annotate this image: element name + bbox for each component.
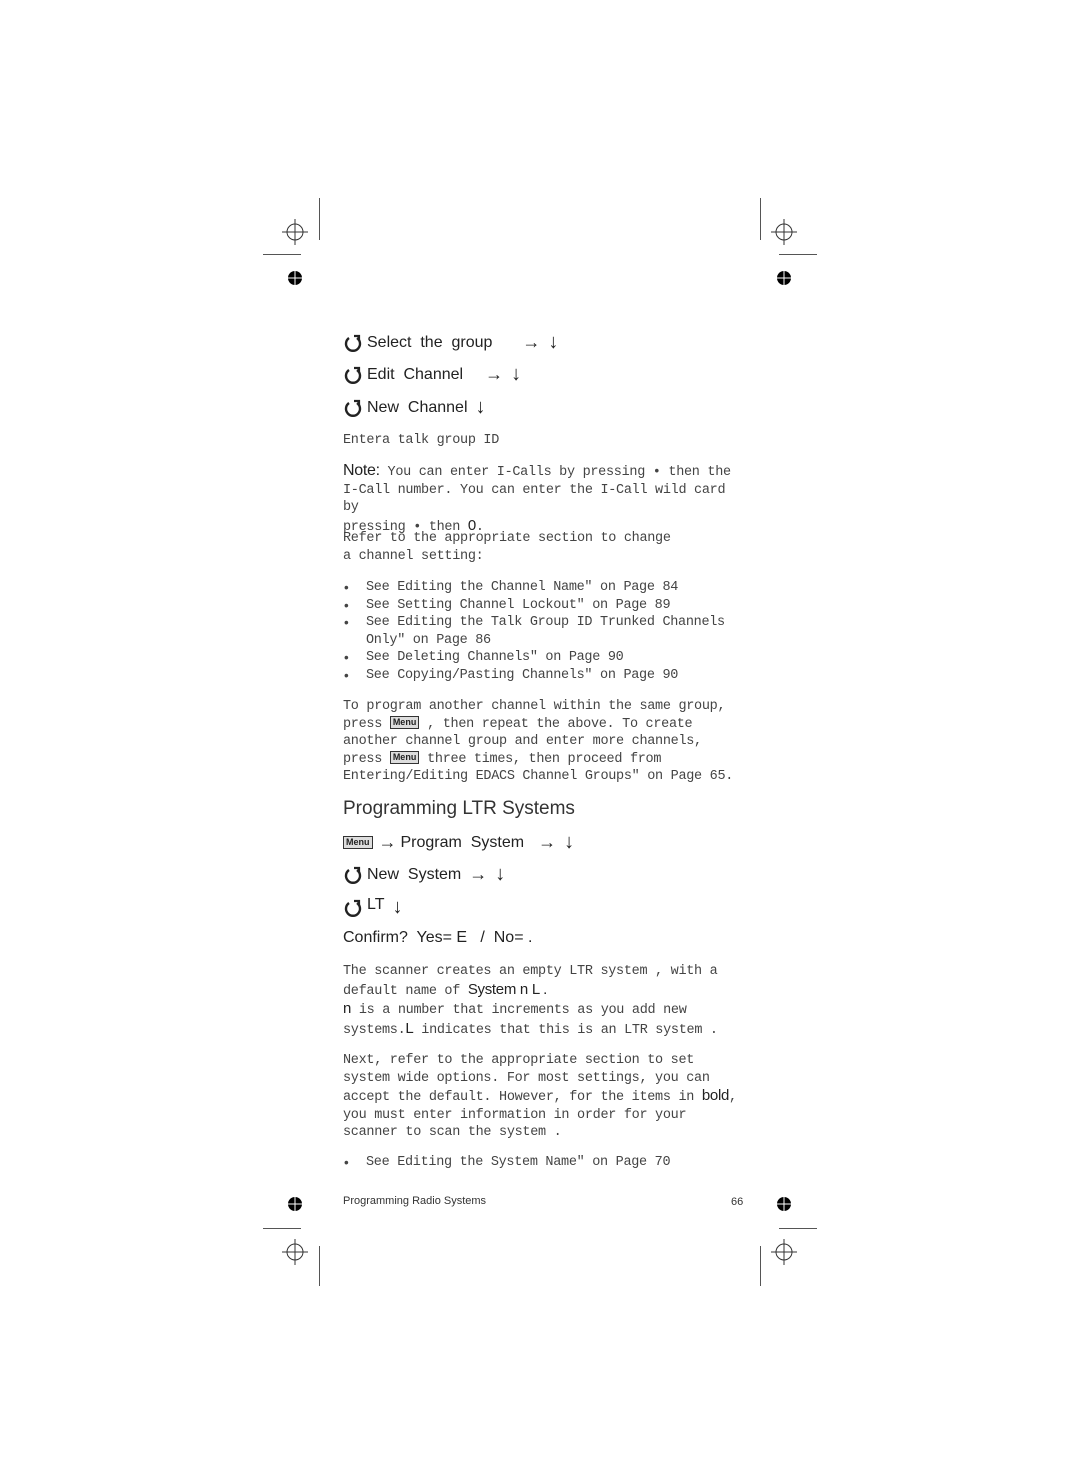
right-arrow-icon: → (469, 864, 488, 884)
channel-links-list: See Editing the Channel Name" on Page 84… (343, 579, 743, 684)
down-arrow-icon: ↓ (475, 396, 486, 418)
right-arrow-icon: → (378, 832, 397, 852)
down-arrow-icon: ↓ (495, 863, 506, 885)
down-arrow-icon: ↓ (548, 331, 559, 353)
system-links-list: See Editing the System Name" on Page 70 (343, 1154, 743, 1172)
menu-key-icon: Menu (389, 715, 420, 729)
crop-mark-top-left-horizontal (263, 254, 301, 255)
registration-mark-icon (282, 1239, 308, 1265)
crop-mark-bottom-left-horizontal (263, 1228, 301, 1229)
down-arrow-icon: ↓ (564, 831, 575, 853)
menu-key-icon: Menu (389, 750, 420, 764)
registration-mark-icon (771, 1239, 797, 1265)
footer-chapter-title: Programming Radio Systems (343, 1195, 487, 1207)
refer-paragraph: Refer to the appropriate section to chan… (343, 531, 671, 564)
list-item-link[interactable]: See Editing the Channel Name" on Page 84 (343, 579, 743, 597)
crop-mark-bottom-left-vertical (319, 1246, 320, 1286)
step-label: Select the group (367, 333, 493, 351)
list-item-link[interactable]: See Copying/Pasting Channels" on Page 90 (343, 667, 743, 685)
next-paragraph: Next, refer to the appropriate section t… (343, 1052, 741, 1142)
right-arrow-icon: → (485, 364, 504, 384)
step-program-system: Menu → Program System → ↓ (343, 831, 574, 854)
section-heading: Programming LTR Systems (343, 798, 575, 819)
list-item-link[interactable]: See Editing the Talk Group ID Trunked Ch… (343, 614, 743, 649)
down-arrow-icon: ↓ (392, 896, 403, 918)
rotate-knob-icon (344, 366, 362, 384)
confirm-prompt: Confirm? Yes= E / No= . (343, 929, 533, 946)
note-label: Note: (343, 462, 380, 479)
variable-n: n (343, 1000, 352, 1017)
crop-mark-bottom-right-horizontal (779, 1228, 817, 1229)
registration-dot-icon (288, 271, 302, 285)
scanner-creates-part-3: indicates that this is an LTR system . (413, 1022, 718, 1038)
step-label: Edit Channel (367, 365, 464, 383)
note-line-2: I-Call number. You can enter the I-Call … (343, 482, 726, 516)
down-arrow-icon: ↓ (511, 363, 522, 385)
menu-key-icon: Menu (343, 836, 373, 849)
registration-dot-icon (777, 1197, 791, 1211)
default-system-name: System n L . (467, 980, 548, 998)
rotate-knob-icon (344, 399, 362, 417)
step-label: Program System (400, 833, 525, 851)
scanner-creates-paragraph: The scanner creates an empty LTR system … (343, 963, 723, 1039)
right-arrow-icon: → (522, 332, 541, 352)
rotate-knob-icon (344, 899, 362, 917)
next-part-1: Next, refer to the appropriate section t… (343, 1053, 710, 1105)
bold-word: bold (701, 1087, 730, 1104)
footer-page-number: 66 (731, 1196, 744, 1208)
list-item-link[interactable]: See Editing the System Name" on Page 70 (343, 1154, 743, 1172)
crop-mark-top-right-vertical (760, 198, 761, 240)
registration-mark-icon (771, 219, 797, 245)
registration-mark-icon (282, 219, 308, 245)
enter-talkgroup-text: Entera talk group ID (343, 433, 500, 448)
step-label: New System (367, 865, 462, 883)
step-label: LT (367, 895, 385, 913)
step-new-system: New System → ↓ (343, 863, 505, 886)
step-label: New Channel (367, 398, 468, 416)
crop-mark-bottom-right-vertical (760, 1246, 761, 1286)
rotate-knob-icon (344, 334, 362, 352)
step-lt: LT ↓ (343, 896, 402, 919)
rotate-knob-icon (344, 866, 362, 884)
note-paragraph: Note: You can enter I-Calls by pressing … (343, 462, 743, 536)
step-edit-channel: Edit Channel → ↓ (343, 363, 521, 386)
registration-dot-icon (288, 1197, 302, 1211)
registration-dot-icon (777, 271, 791, 285)
step-new-channel: New Channel ↓ (343, 396, 486, 419)
step-select-group: Select the group → ↓ (343, 331, 558, 354)
note-line-1: You can enter I-Calls by pressing • then… (379, 465, 732, 480)
list-item-link[interactable]: See Setting Channel Lockout" on Page 89 (343, 597, 743, 615)
right-arrow-icon: → (538, 832, 557, 852)
crop-mark-top-left-vertical (319, 198, 320, 240)
program-another-paragraph: To program another channel within the sa… (343, 698, 738, 786)
list-item-link[interactable]: See Deleting Channels" on Page 90 (343, 649, 743, 667)
crop-mark-top-right-horizontal (779, 254, 817, 255)
